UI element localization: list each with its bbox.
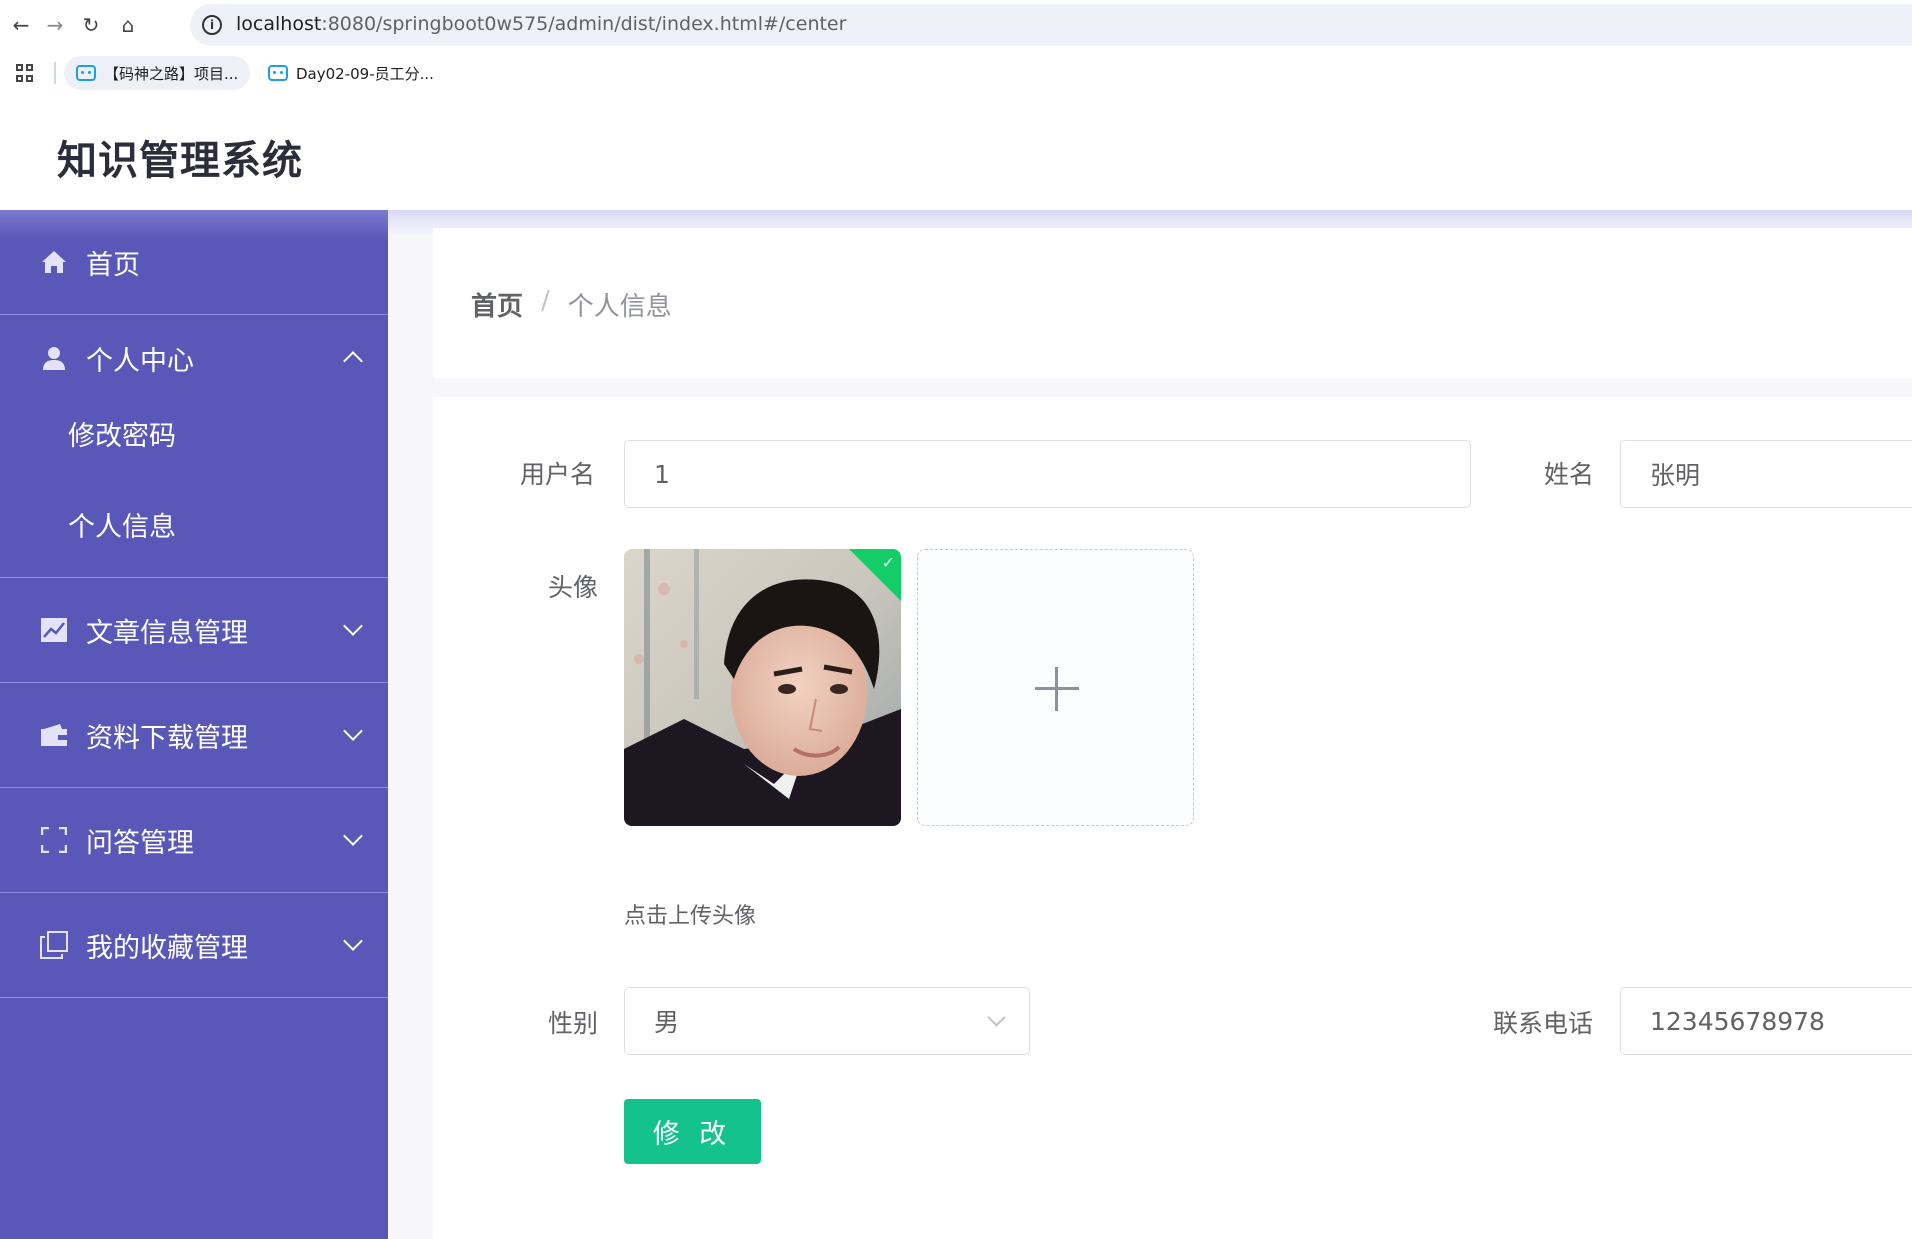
chart-icon: [40, 616, 68, 644]
sidebar-item-change-password[interactable]: 修改密码: [68, 414, 176, 453]
chevron-down-icon: [343, 616, 363, 636]
personal-center-submenu: 修改密码 个人信息: [0, 401, 388, 578]
home-icon: [40, 248, 68, 276]
site-info-icon[interactable]: i: [202, 15, 222, 35]
avatar-image[interactable]: ✓: [624, 549, 901, 826]
bookmarks-bar: 【码神之路】项目... Day02-09-员工分...: [0, 52, 1912, 92]
chevron-up-icon: [343, 351, 363, 371]
chevron-down-icon: [343, 826, 363, 846]
app-header: 知识管理系统: [0, 92, 1912, 210]
username-label: 用户名: [520, 460, 596, 489]
bookmark-item[interactable]: 【码神之路】项目...: [64, 56, 251, 90]
avatar-upload-button[interactable]: [917, 549, 1194, 826]
bilibili-icon: [76, 65, 96, 81]
sidebar-item-personal-info[interactable]: 个人信息: [68, 505, 176, 544]
username-input[interactable]: 1: [624, 440, 1471, 508]
breadcrumb-current: 个人信息: [567, 292, 672, 322]
reload-icon[interactable]: ↻: [76, 10, 106, 40]
gender-label: 性别: [548, 1009, 599, 1038]
phone-label: 联系电话: [1493, 1009, 1594, 1038]
app-title: 知识管理系统: [57, 138, 303, 184]
upload-tip: 点击上传头像: [624, 904, 757, 929]
sidebar-item-articles[interactable]: 文章信息管理: [0, 578, 388, 683]
gender-value: 男: [654, 1008, 680, 1037]
gender-select[interactable]: 男: [624, 987, 1030, 1055]
sidebar-item-downloads[interactable]: 资料下载管理: [0, 683, 388, 788]
breadcrumb-home[interactable]: 首页: [471, 286, 523, 323]
url-text[interactable]: localhost:8080/springboot0w575/admin/dis…: [236, 13, 846, 35]
breadcrumb: 首页 / 个人信息: [471, 286, 672, 323]
check-icon: ✓: [881, 553, 895, 572]
apps-grid-icon[interactable]: [16, 64, 34, 82]
wallet-icon: [40, 721, 68, 749]
submit-button[interactable]: 修 改: [624, 1099, 761, 1164]
bilibili-icon: [268, 65, 288, 81]
chevron-down-icon: [987, 1008, 1006, 1027]
home-page-icon[interactable]: ⌂: [113, 10, 143, 40]
back-icon[interactable]: ←: [6, 10, 36, 40]
sidebar: 首页 个人中心 修改密码 个人信息 文章信息管理 资料下载管理 问答管理 我的收…: [0, 210, 388, 1239]
fullscreen-icon: [40, 826, 68, 854]
name-label: 姓名: [1544, 460, 1595, 489]
breadcrumb-panel: 首页 / 个人信息: [433, 228, 1912, 378]
bookmarks-separator: [54, 62, 56, 84]
copy-icon: [40, 931, 68, 959]
name-input[interactable]: 张明: [1620, 440, 1912, 508]
sidebar-item-qa[interactable]: 问答管理: [0, 788, 388, 893]
breadcrumb-separator: /: [541, 286, 550, 316]
forward-icon[interactable]: →: [40, 10, 70, 40]
address-bar[interactable]: i localhost:8080/springboot0w575/admin/d…: [190, 4, 1912, 46]
sidebar-item-home[interactable]: 首页: [0, 210, 388, 315]
avatar-label: 头像: [548, 573, 599, 602]
chevron-down-icon: [343, 931, 363, 951]
user-icon: [40, 344, 68, 372]
chevron-down-icon: [343, 721, 363, 741]
sidebar-item-personal-center[interactable]: 个人中心: [0, 315, 388, 401]
browser-toolbar: ← → ↻ ⌂ i localhost:8080/springboot0w575…: [0, 0, 1912, 50]
phone-input[interactable]: 12345678978: [1620, 987, 1912, 1055]
bookmark-item[interactable]: Day02-09-员工分...: [256, 56, 446, 90]
sidebar-item-favorites[interactable]: 我的收藏管理: [0, 893, 388, 998]
